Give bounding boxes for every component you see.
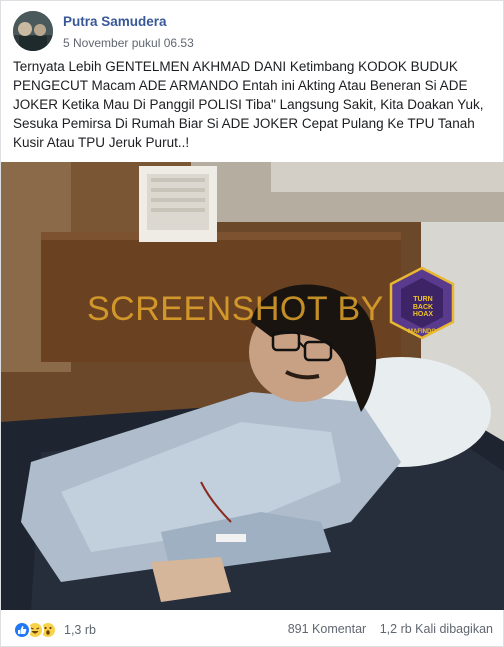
reaction-summary[interactable]: 1,3 rb — [13, 620, 96, 640]
comment-count-link[interactable]: 891 Komentar — [288, 622, 367, 636]
reaction-count: 1,3 rb — [64, 623, 96, 637]
logo-center-text: TURN BACK HOAX — [412, 296, 434, 318]
post-stats: 891 Komentar 1,2 rb Kali dibagikan — [278, 622, 493, 636]
post-footer: 1,3 rb 891 Komentar 1,2 rb Kali dibagika… — [13, 610, 495, 647]
screenshot-watermark: SCREENSHOT BY — [87, 290, 384, 328]
like-reaction-icon — [13, 621, 31, 639]
facebook-post: Putra Samudera 5 November pukul 06.53 Te… — [0, 0, 504, 647]
logo-bottom-label: MAFINDO — [408, 329, 436, 335]
author-name[interactable]: Putra Samudera — [63, 14, 167, 29]
post-body-text: Ternyata Lebih GENTELMEN AKHMAD DANI Ket… — [13, 59, 484, 150]
photo-scene — [1, 162, 504, 610]
post-header: Putra Samudera 5 November pukul 06.53 — [13, 11, 493, 53]
post-photo[interactable]: SCREENSHOT BY MAFINDO TURN BACK HOAX — [1, 162, 504, 610]
share-count-link[interactable]: 1,2 rb Kali dibagikan — [380, 622, 493, 636]
post-timestamp[interactable]: 5 November pukul 06.53 — [63, 36, 194, 50]
author-avatar[interactable] — [13, 11, 53, 51]
